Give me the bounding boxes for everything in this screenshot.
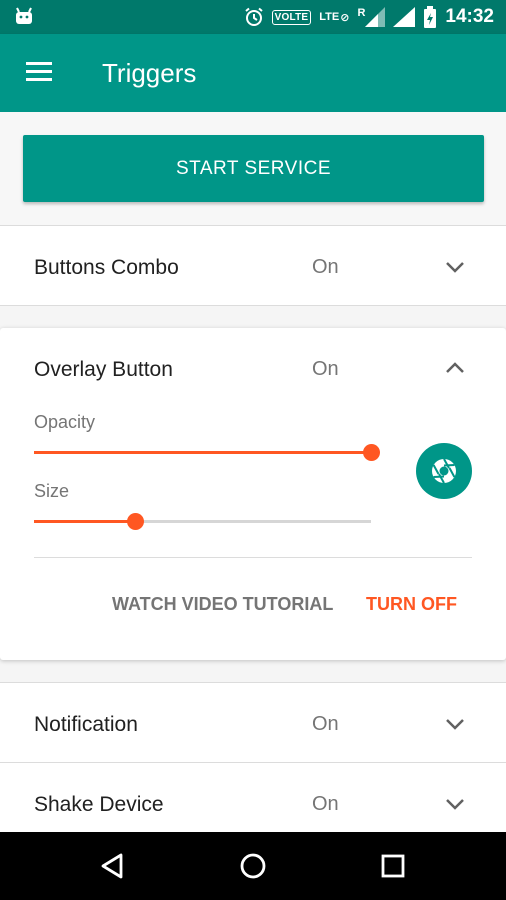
status-bar: VOLTE LTE ⊘ R 14:32 xyxy=(0,0,506,34)
chevron-up-icon[interactable] xyxy=(444,361,466,375)
size-label: Size xyxy=(34,481,70,501)
recents-icon[interactable] xyxy=(377,850,409,882)
data-off-indicator: LTE ⊘ xyxy=(319,11,349,24)
status-icons: VOLTE LTE ⊘ R 14:32 xyxy=(244,0,494,34)
slider-fill xyxy=(34,451,371,454)
trigger-item-notification[interactable]: Notification On xyxy=(0,683,506,762)
trigger-name: Shake Device xyxy=(34,793,164,816)
trigger-status: On xyxy=(312,358,339,380)
home-icon[interactable] xyxy=(237,850,269,882)
service-area: START SERVICE xyxy=(0,112,506,225)
signal-icon xyxy=(365,7,386,27)
trigger-name: Notification xyxy=(34,713,138,736)
trigger-status: On xyxy=(312,256,339,278)
trigger-name: Buttons Combo xyxy=(34,256,179,279)
chevron-down-icon[interactable] xyxy=(444,797,466,811)
trigger-status: On xyxy=(312,793,339,815)
page-title: Triggers xyxy=(102,58,197,88)
volte-badge: VOLTE xyxy=(271,9,312,25)
watch-video-tutorial-button[interactable]: WATCH VIDEO TUTORIAL xyxy=(112,594,333,615)
lte-label: LTE xyxy=(319,10,340,23)
trigger-name: Overlay Button xyxy=(34,358,173,381)
trigger-status: On xyxy=(312,713,339,735)
slider-fill xyxy=(34,520,136,523)
opacity-slider[interactable] xyxy=(34,443,380,463)
trigger-item-overlay-button: Overlay Button On Opacity Size WATCH VID… xyxy=(0,328,506,660)
back-icon[interactable] xyxy=(97,850,129,882)
divider xyxy=(0,305,506,306)
chevron-down-icon[interactable] xyxy=(444,717,466,731)
turn-off-button[interactable]: TURN OFF xyxy=(366,594,457,615)
slider-thumb[interactable] xyxy=(363,444,380,461)
start-service-button[interactable]: START SERVICE xyxy=(23,135,484,202)
overlay-preview-button[interactable] xyxy=(416,443,472,499)
hamburger-menu-icon[interactable] xyxy=(26,62,52,82)
clock: 14:32 xyxy=(445,6,494,27)
signal-icon xyxy=(393,7,416,27)
slider-thumb[interactable] xyxy=(127,513,145,530)
chevron-down-icon[interactable] xyxy=(444,260,466,274)
trigger-item-buttons-combo[interactable]: Buttons Combo On xyxy=(0,226,506,305)
app-bar: Triggers xyxy=(0,34,506,112)
android-icon xyxy=(16,7,32,24)
opacity-label: Opacity xyxy=(34,412,96,432)
camera-shutter-icon xyxy=(432,458,456,484)
alarm-icon xyxy=(245,7,263,26)
battery-icon xyxy=(424,6,437,28)
divider xyxy=(34,557,472,558)
trigger-item-shake-device[interactable]: Shake Device On xyxy=(0,763,506,832)
system-nav-bar xyxy=(0,832,506,900)
roaming-label: R xyxy=(357,7,366,19)
data-off-icon: ⊘ xyxy=(340,11,350,24)
signal-roaming-group: R xyxy=(357,7,386,27)
size-slider[interactable] xyxy=(34,512,371,532)
